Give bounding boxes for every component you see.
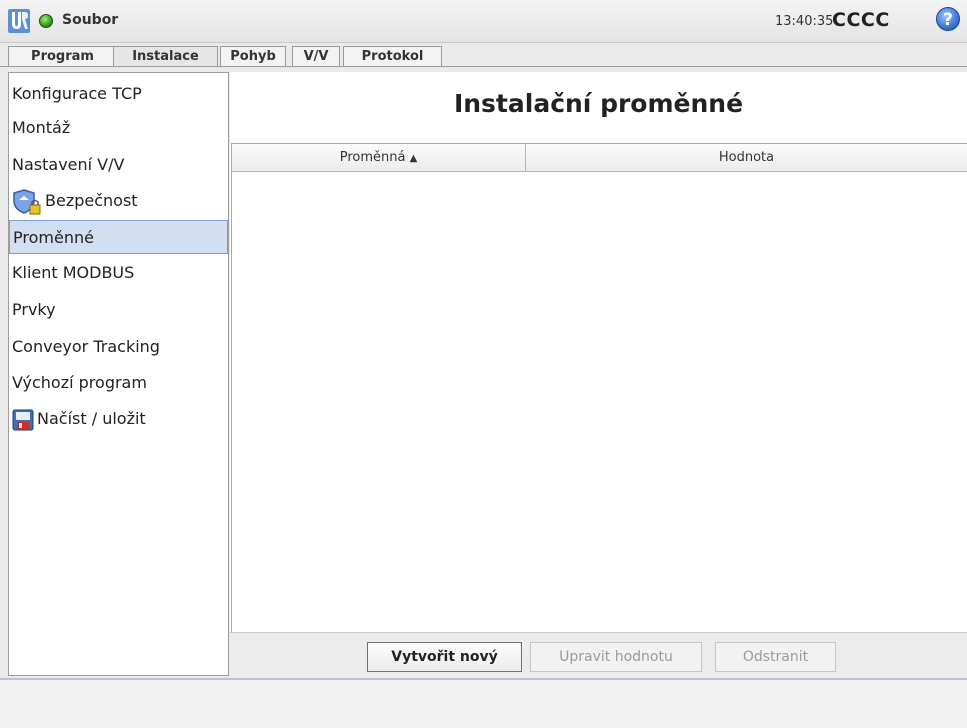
variables-table[interactable]: Proměnná ▲ Hodnota xyxy=(231,143,967,704)
sidebar-item-bezpecnost[interactable]: Bezpečnost xyxy=(9,184,228,218)
sidebar-item-montaz[interactable]: Montáž xyxy=(9,111,228,145)
tab-protokol[interactable]: Protokol xyxy=(343,46,442,67)
edit-value-button[interactable]: Upravit hodnotu xyxy=(530,642,702,672)
robot-status-icon xyxy=(39,14,53,28)
sidebar-item-klient-modbus[interactable]: Klient MODBUS xyxy=(9,256,228,290)
sidebar-item-label: Načíst / uložit xyxy=(37,409,146,428)
create-new-button[interactable]: Vytvořit nový xyxy=(367,642,522,672)
tab-instalace[interactable]: Instalace xyxy=(113,46,218,67)
sidebar-item-konfigurace-tcp[interactable]: Konfigurace TCP xyxy=(9,77,228,111)
tab-divider xyxy=(0,66,967,67)
clock: 13:40:35 xyxy=(775,14,834,29)
sidebar-item-label: Nastavení V/V xyxy=(12,155,125,174)
column-header-variable[interactable]: Proměnná ▲ xyxy=(232,144,526,172)
top-bar: Soubor 13:40:35 CCCC ? xyxy=(0,0,967,43)
tab-bar: Program Instalace Pohyb V/V Protokol xyxy=(0,46,967,68)
sidebar-item-nastaveni-vv[interactable]: Nastavení V/V xyxy=(9,148,228,182)
main-panel: Instalační proměnné Proměnná ▲ Hodnota xyxy=(230,72,967,704)
sidebar: Konfigurace TCP Montáž Nastavení V/V Bez… xyxy=(8,72,229,676)
sidebar-item-label: Bezpečnost xyxy=(45,191,138,210)
sidebar-item-vychozi-program[interactable]: Výchozí program xyxy=(9,366,228,400)
robot-name: CCCC xyxy=(832,9,890,31)
button-bar: Vytvořit nový Upravit hodnotu Odstranit xyxy=(230,632,967,679)
sidebar-item-label: Proměnné xyxy=(13,228,94,247)
sidebar-item-label: Prvky xyxy=(12,300,56,319)
page-title: Instalační proměnné xyxy=(453,89,744,118)
sidebar-item-prvky[interactable]: Prvky xyxy=(9,293,228,327)
shield-lock-icon xyxy=(13,188,41,214)
sidebar-item-label: Klient MODBUS xyxy=(12,263,135,282)
sidebar-item-label: Konfigurace TCP xyxy=(12,84,142,103)
tab-vv[interactable]: V/V xyxy=(292,46,340,67)
sidebar-item-promenne[interactable]: Proměnné xyxy=(9,220,228,254)
sidebar-item-label: Conveyor Tracking xyxy=(12,337,160,356)
sidebar-item-label: Montáž xyxy=(12,118,71,137)
sidebar-item-label: Výchozí program xyxy=(12,373,147,392)
delete-button[interactable]: Odstranit xyxy=(715,642,836,672)
sort-ascending-icon: ▲ xyxy=(409,153,418,164)
help-button[interactable]: ? xyxy=(936,7,960,31)
floppy-disk-icon xyxy=(12,409,34,430)
column-header-value[interactable]: Hodnota xyxy=(526,144,967,172)
ur-logo-icon xyxy=(8,9,30,33)
tab-pohyb[interactable]: Pohyb xyxy=(220,46,286,67)
sidebar-item-conveyor-tracking[interactable]: Conveyor Tracking xyxy=(9,330,228,364)
footer-bar xyxy=(0,678,967,728)
file-menu[interactable]: Soubor xyxy=(62,12,118,28)
sidebar-item-nacist-ulozit[interactable]: Načíst / uložit xyxy=(9,402,228,436)
tab-program[interactable]: Program xyxy=(8,46,117,67)
